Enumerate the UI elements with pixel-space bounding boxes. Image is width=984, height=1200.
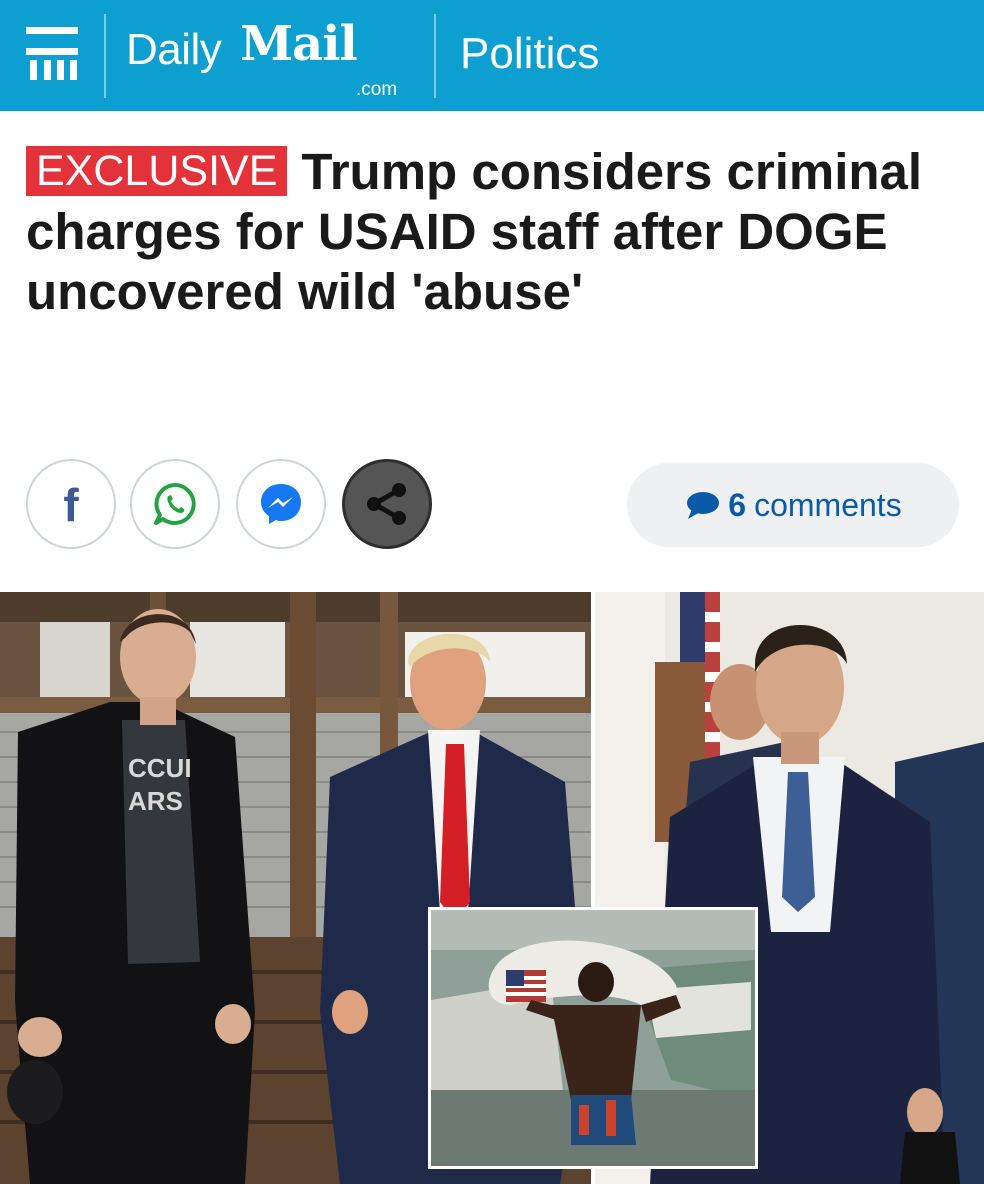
article-headline: EXCLUSIVE Trump considers criminal charge… bbox=[26, 142, 966, 322]
site-header: Daily Mail .com Politics bbox=[0, 0, 984, 111]
facebook-icon: f bbox=[63, 479, 79, 531]
logo-mail-text: Mail bbox=[240, 16, 358, 72]
header-divider bbox=[434, 14, 436, 98]
logo-domain-text: .com bbox=[356, 79, 398, 100]
comment-bubble-icon bbox=[687, 492, 720, 519]
article-inset-photo[interactable] bbox=[428, 907, 758, 1169]
comments-count: 6 bbox=[728, 487, 747, 523]
whatsapp-share-button[interactable] bbox=[130, 459, 220, 549]
logo-daily-text: Daily bbox=[126, 25, 222, 74]
messenger-icon bbox=[261, 484, 301, 524]
section-title[interactable]: Politics bbox=[460, 32, 599, 76]
whatsapp-icon bbox=[154, 483, 196, 525]
header-divider bbox=[104, 14, 106, 98]
comments-label: comments bbox=[754, 487, 902, 523]
share-icon bbox=[367, 483, 406, 525]
more-share-button[interactable] bbox=[342, 459, 432, 549]
facebook-share-button[interactable]: f bbox=[26, 459, 116, 549]
messenger-share-button[interactable] bbox=[236, 459, 326, 549]
shirt-text-line1: CCUI bbox=[128, 753, 192, 783]
exclusive-badge: EXCLUSIVE bbox=[26, 146, 288, 196]
hamburger-menu-icon[interactable] bbox=[26, 25, 78, 80]
comments-button[interactable]: 6 comments bbox=[627, 463, 959, 547]
shirt-text-line2: ARS bbox=[128, 786, 183, 816]
